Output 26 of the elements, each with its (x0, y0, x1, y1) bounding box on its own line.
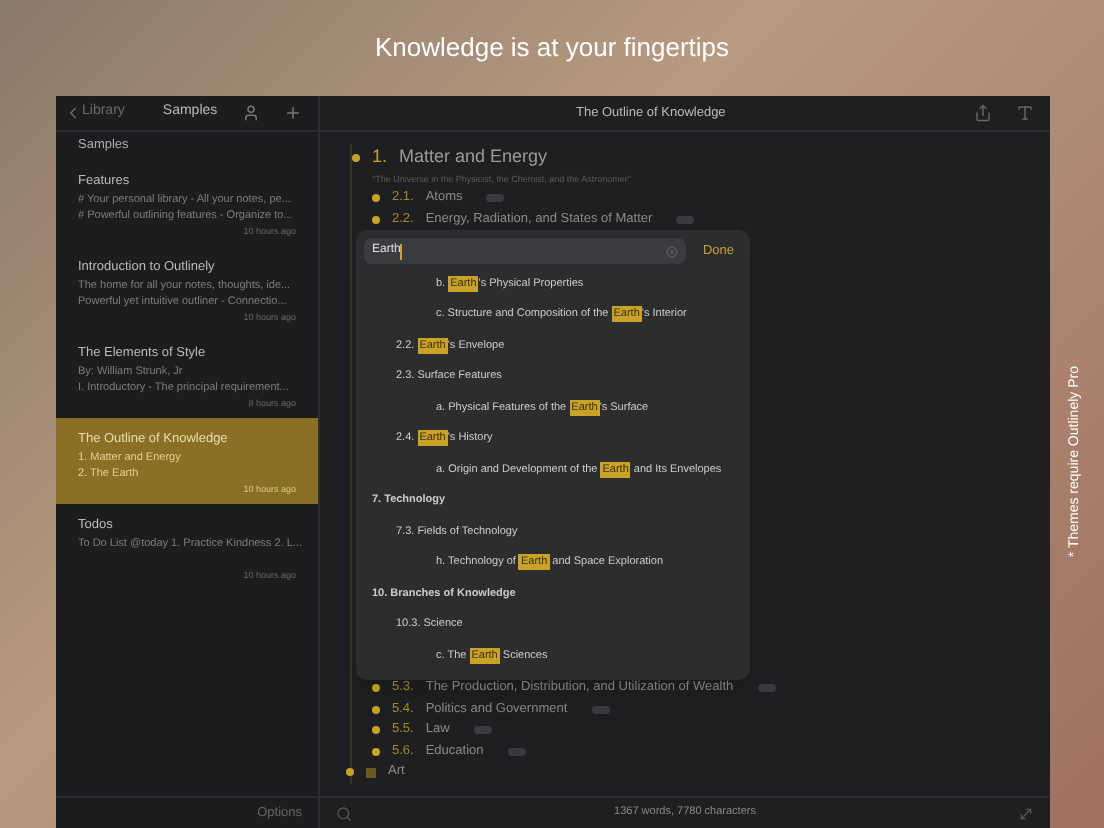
bullet-icon[interactable] (346, 768, 354, 777)
bullet-icon[interactable] (372, 705, 380, 714)
outline-heading: Matter and Energy (399, 144, 548, 171)
font-size-icon[interactable] (1016, 104, 1034, 122)
share-icon[interactable] (974, 104, 992, 122)
collapsed-indicator-icon[interactable] (676, 215, 695, 224)
collapsed-indicator-icon[interactable] (507, 747, 526, 756)
resize-icon[interactable] (1018, 805, 1034, 821)
bullet-icon[interactable] (372, 747, 380, 756)
bullet-icon[interactable] (372, 726, 380, 735)
search-icon[interactable] (336, 805, 352, 821)
user-icon[interactable] (242, 104, 260, 122)
collapsed-indicator-icon[interactable] (473, 726, 492, 735)
bullet-icon[interactable] (372, 215, 380, 224)
bullet-icon[interactable] (352, 154, 360, 162)
collapsed-indicator-icon[interactable] (486, 194, 505, 203)
collapsed-indicator-icon[interactable] (591, 705, 610, 714)
outline-number: 1. (372, 144, 388, 171)
back-icon (64, 104, 82, 122)
square-icon (366, 767, 376, 778)
clear-icon[interactable] (666, 245, 679, 257)
headline: Knowledge is at your fingertips (374, 30, 730, 67)
bullet-icon[interactable] (372, 684, 380, 693)
bullet-icon[interactable] (372, 194, 380, 203)
add-icon[interactable] (284, 104, 302, 122)
collapsed-indicator-icon[interactable] (757, 684, 776, 693)
